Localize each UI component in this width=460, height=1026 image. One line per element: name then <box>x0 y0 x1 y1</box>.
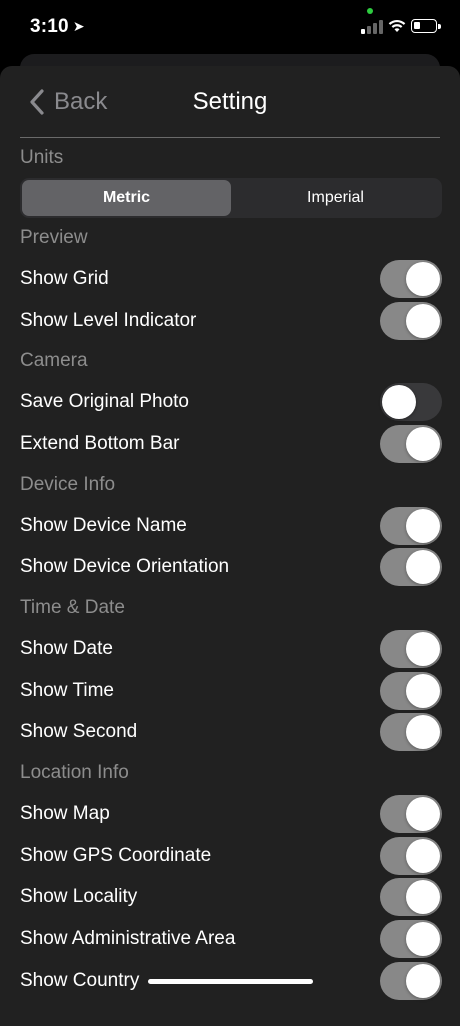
home-indicator <box>148 979 313 984</box>
status-time: 3:10 ➤ <box>30 16 85 37</box>
toggle-knob <box>406 715 440 750</box>
toggle-switch[interactable] <box>380 629 442 668</box>
toggle-knob <box>406 631 440 666</box>
section-header: Camera <box>20 350 88 372</box>
section-header-units: Units <box>20 147 64 168</box>
settings-list: Units Metric Imperial Preview Show Grid Sh… <box>20 138 442 1002</box>
toggle-knob <box>406 303 440 338</box>
battery-icon <box>411 19 441 33</box>
cellular-signal-icon <box>361 20 383 34</box>
setting-row: Show Grid <box>20 258 442 300</box>
setting-row: Show GPS Coordinate <box>20 835 442 877</box>
setting-row: Show Second <box>20 712 442 754</box>
toggle-knob <box>406 963 440 998</box>
setting-label: Show Country <box>20 969 140 991</box>
toggle-switch[interactable] <box>380 383 442 422</box>
setting-row: Save Original Photo <box>20 381 442 423</box>
section-header: Time & Date <box>20 597 125 619</box>
setting-label: Show Grid <box>20 267 109 289</box>
setting-label: Show Time <box>20 679 114 701</box>
setting-label: Show Administrative Area <box>20 928 236 950</box>
setting-row: Show Administrative Area <box>20 918 442 960</box>
toggle-knob <box>406 508 440 543</box>
toggle-switch[interactable] <box>380 506 442 545</box>
segment-imperial[interactable]: Imperial <box>231 180 440 216</box>
setting-row: Show Device Orientation <box>20 546 442 588</box>
camera-in-use-indicator <box>367 8 373 14</box>
page-title: Setting <box>192 88 268 115</box>
location-arrow-icon: ➤ <box>72 18 85 34</box>
toggle-switch[interactable] <box>380 548 442 587</box>
toggle-knob <box>382 385 416 420</box>
toggle-switch[interactable] <box>380 795 442 834</box>
setting-row: Show Level Indicator <box>20 300 442 342</box>
setting-label: Show Map <box>20 803 110 825</box>
setting-label: Show GPS Coordinate <box>20 844 212 866</box>
toggle-switch[interactable] <box>380 713 442 752</box>
toggle-switch[interactable] <box>380 920 442 959</box>
setting-label: Show Level Indicator <box>20 309 197 331</box>
setting-label: Show Second <box>20 721 138 743</box>
setting-row: Show Map <box>20 793 442 835</box>
section-header: Location Info <box>20 762 129 784</box>
setting-row: Extend Bottom Bar <box>20 423 442 465</box>
setting-label: Save Original Photo <box>20 391 189 413</box>
wifi-icon <box>388 19 406 32</box>
setting-row: Show Date <box>20 628 442 670</box>
setting-label: Show Device Name <box>20 514 187 536</box>
toggle-knob <box>406 261 440 296</box>
toggle-switch[interactable] <box>380 836 442 875</box>
section-header: Device Info <box>20 473 116 495</box>
toggle-switch[interactable] <box>380 961 442 1000</box>
toggle-switch[interactable] <box>380 301 442 340</box>
setting-label: Show Date <box>20 637 113 659</box>
toggle-knob <box>406 922 440 957</box>
toggle-knob <box>406 426 440 461</box>
toggle-knob <box>406 838 440 873</box>
toggle-knob <box>406 673 440 708</box>
toggle-knob <box>406 880 440 915</box>
toggle-switch[interactable] <box>380 424 442 463</box>
status-bar: 3:10 ➤ <box>0 0 460 52</box>
setting-row: Show Locality <box>20 877 442 919</box>
units-segmented-control[interactable]: Metric Imperial <box>20 178 442 218</box>
setting-row: Show Time <box>20 670 442 712</box>
setting-label: Extend Bottom Bar <box>20 432 180 454</box>
segment-metric[interactable]: Metric <box>22 180 231 216</box>
settings-sheet: Back Setting Units Metric Imperial Previ… <box>0 66 460 1026</box>
setting-label: Show Device Orientation <box>20 556 230 578</box>
setting-row: Show Device Name <box>20 505 442 547</box>
toggle-switch[interactable] <box>380 878 442 917</box>
toggle-knob <box>406 797 440 832</box>
navigation-bar: Back Setting <box>0 66 460 138</box>
toggle-switch[interactable] <box>380 671 442 710</box>
setting-label: Show Locality <box>20 886 138 908</box>
toggle-knob <box>406 550 440 585</box>
section-header: Preview <box>20 227 88 248</box>
toggle-switch[interactable] <box>380 259 442 298</box>
